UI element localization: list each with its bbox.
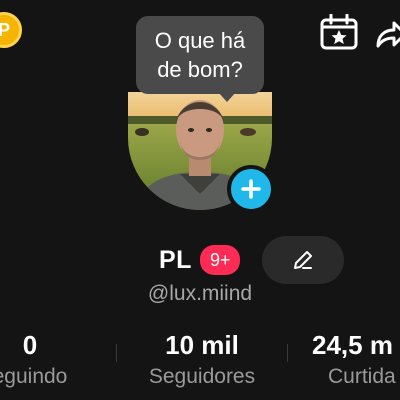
coin-icon[interactable]: P [0, 12, 22, 48]
divider [287, 344, 288, 362]
pencil-icon [294, 251, 312, 269]
stat-label: Curtida [328, 365, 396, 388]
bubble-tail [218, 92, 236, 102]
stat-followers[interactable]: 10 mil Seguidores [140, 330, 264, 394]
stat-label: eguindo [0, 365, 68, 388]
stat-value: 10 mil [165, 330, 239, 360]
divider [116, 344, 117, 362]
notification-badge[interactable]: 9+ [199, 245, 241, 275]
stat-value: 24,5 m [312, 330, 393, 360]
plus-icon [241, 179, 261, 199]
status-bubble[interactable]: O que há de bom? [136, 16, 264, 94]
share-icon[interactable] [372, 18, 400, 52]
edit-profile-button[interactable] [262, 236, 344, 284]
profile-name: PL [159, 245, 192, 274]
add-photo-button[interactable] [227, 165, 275, 213]
username: @lux.miind [147, 282, 253, 305]
stat-following[interactable]: 0 eguindo [0, 330, 88, 394]
calendar-star-icon[interactable] [320, 13, 358, 50]
stat-label: Seguidores [148, 365, 256, 388]
profile-name-row: PL 9+ [159, 243, 241, 277]
stat-likes[interactable]: 24,5 m Curtida [312, 330, 400, 394]
stat-value: 0 [22, 330, 38, 360]
